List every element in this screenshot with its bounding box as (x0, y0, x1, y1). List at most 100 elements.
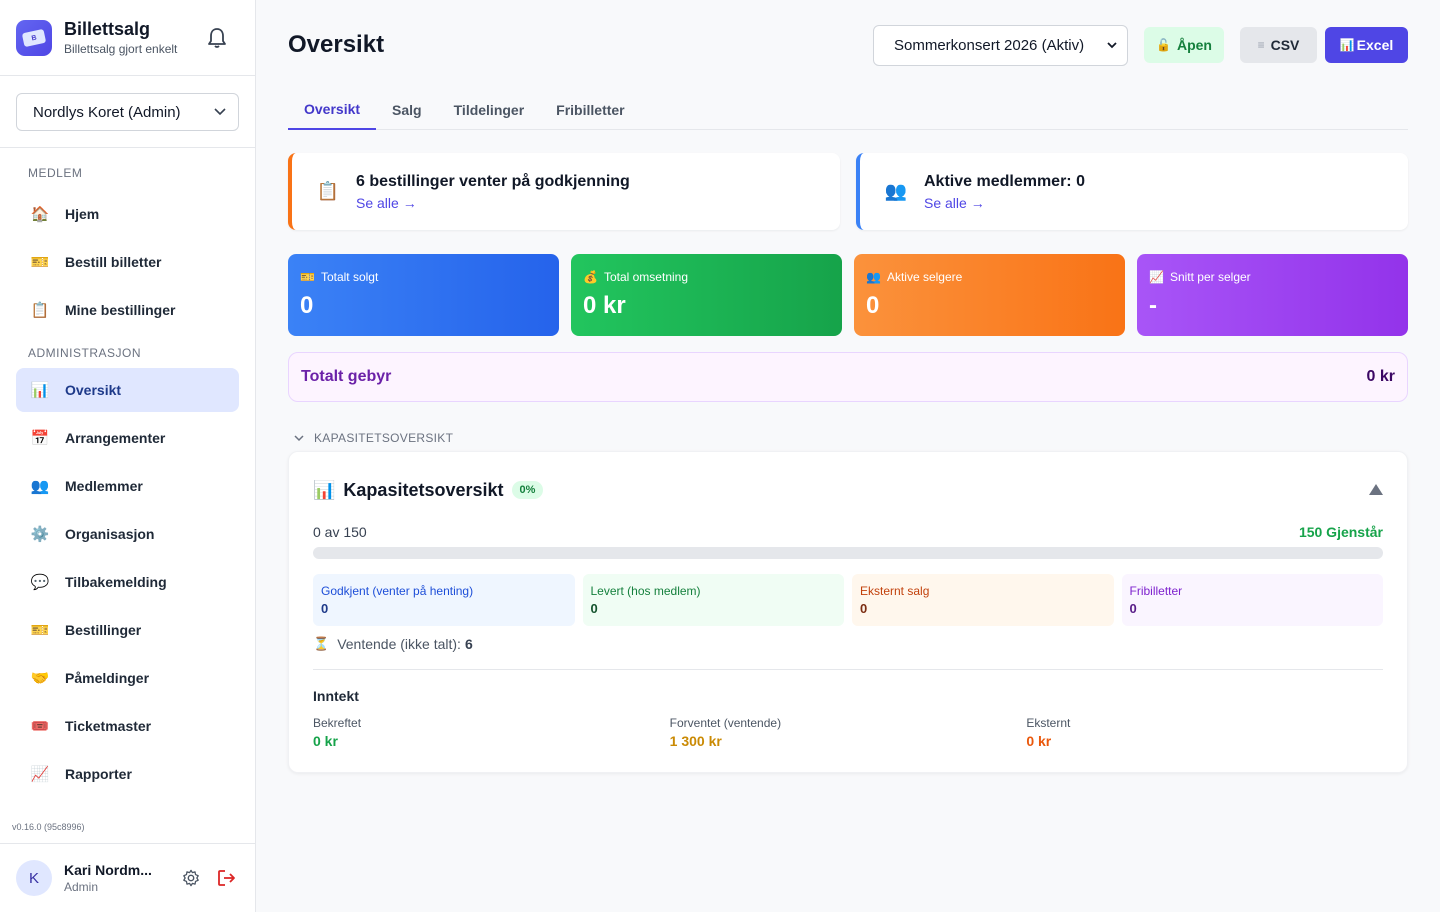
bar-chart-icon: 📊 (313, 479, 336, 500)
brand-title: Billettsalg (64, 19, 151, 39)
external-sales-box: Eksternt salg 0 (852, 574, 1114, 626)
capacity-progress-bar (313, 547, 1383, 559)
chevron-down-icon (1107, 41, 1117, 48)
total-fee-bar: Totalt gebyr 0 kr (288, 352, 1408, 402)
app-logo-icon: B (16, 19, 52, 56)
stat-label: Snitt per selger (1169, 270, 1251, 284)
admission-ticket-icon: 🎟️ (30, 718, 50, 735)
handshake-icon: 🤝 (30, 670, 50, 687)
tab-fribilletter[interactable]: Fribilletter (540, 90, 640, 130)
stat-label: Total omsetning (603, 270, 688, 284)
chevron-down-icon (214, 108, 226, 116)
people-icon: 👥 (884, 181, 908, 201)
fee-value: 0 kr (1366, 368, 1395, 385)
sidebar-item-oversikt[interactable]: 📊 Oversikt (16, 368, 239, 412)
stat-card-avg-per-seller: 📈 Snitt per selger - (1137, 254, 1408, 336)
capacity-title: Kapasitetsoversikt (343, 479, 504, 500)
bar-chart-icon: 📊 (30, 382, 50, 399)
sidebar-item-medlemmer[interactable]: 👥 Medlemmer (16, 464, 239, 508)
avatar[interactable]: K (16, 860, 52, 896)
version-label: v0.16.0 (95c8996) (12, 822, 85, 832)
pending-orders-alert: 📋 6 bestillinger venter på godkjenning S… (288, 153, 840, 230)
capacity-section-toggle[interactable]: KAPASITETSOVERSIKT (288, 431, 1408, 445)
unlock-icon: 🔓 (1156, 38, 1171, 52)
event-select-value: Sommerkonsert 2026 (Aktiv) (894, 36, 1085, 54)
hourglass-icon: ⏳ (313, 636, 330, 651)
people-icon: 👥 (30, 478, 50, 495)
excel-export-button[interactable]: 📊 Excel (1325, 27, 1408, 63)
brand-header: B Billettsalg Billettsalg gjort enkelt (0, 0, 255, 76)
pending-count: ⏳ Ventende (ikke talt): 6 (313, 636, 473, 652)
sidebar-item-hjem[interactable]: 🏠 Hjem (16, 192, 239, 236)
divider (313, 669, 1383, 670)
sidebar-item-bestillinger[interactable]: 🎫 Bestillinger (16, 608, 239, 652)
user-role: Admin (64, 880, 99, 894)
stat-card-total-sold: 🎫 Totalt solgt 0 (288, 254, 559, 336)
speech-bubble-icon: 💬 (30, 574, 50, 591)
tab-salg[interactable]: Salg (376, 90, 438, 130)
house-icon: 🏠 (30, 206, 50, 223)
chevron-down-icon (294, 434, 304, 441)
income-title: Inntekt (313, 688, 359, 704)
money-bag-icon: 💰 (583, 270, 598, 284)
stat-value: 0 (300, 292, 314, 319)
income-expected: Forventet (ventende) 1 300 kr (669, 716, 782, 749)
sidebar-item-pameldinger[interactable]: 🤝 Påmeldinger (16, 656, 239, 700)
ticket-icon: 🎫 (30, 254, 50, 271)
brand-subtitle: Billettsalg gjort enkelt (64, 42, 178, 56)
people-icon: 👥 (866, 270, 881, 284)
ticket-icon: 🎫 (30, 622, 50, 639)
line-chart-icon: 📈 (30, 766, 50, 783)
sidebar-item-rapporter[interactable]: 📈 Rapporter (16, 752, 239, 796)
capacity-remaining: 150 Gjenstår (1298, 524, 1383, 540)
see-all-link[interactable]: Se alle → (924, 195, 1085, 211)
income-external: Eksternt 0 kr (1026, 716, 1071, 749)
sidebar-item-tilbakemelding[interactable]: 💬 Tilbakemelding (16, 560, 239, 604)
capacity-used: 0 av 150 (313, 524, 367, 540)
stat-card-active-sellers: 👥 Aktive selgere 0 (854, 254, 1125, 336)
sidebar: B Billettsalg Billettsalg gjort enkelt N… (0, 0, 256, 912)
calendar-icon: 📅 (30, 430, 50, 447)
gear-icon: ⚙️ (30, 526, 50, 543)
tab-bar: Oversikt Salg Tildelinger Fribilletter (288, 90, 1408, 130)
csv-export-button[interactable]: ≡ CSV (1240, 27, 1317, 63)
sidebar-item-bestill-billetter[interactable]: 🎫 Bestill billetter (16, 240, 239, 284)
stat-value: 0 (866, 292, 880, 319)
active-members-alert: 👥 Aktive medlemmer: 0 Se alle → (856, 153, 1408, 230)
sidebar-item-mine-bestillinger[interactable]: 📋 Mine bestillinger (16, 288, 239, 332)
alert-title: Aktive medlemmer: 0 (924, 172, 1085, 190)
status-badge: 0% (511, 481, 544, 499)
page-title: Oversikt (288, 31, 385, 58)
settings-gear-icon[interactable] (179, 866, 203, 890)
stat-value: 0 kr (583, 292, 626, 319)
clipboard-icon: 📋 (316, 181, 340, 201)
logout-icon[interactable] (215, 866, 239, 890)
stat-label: Aktive selgere (886, 270, 963, 284)
bell-icon[interactable] (205, 26, 229, 50)
income-confirmed: Bekreftet 0 kr (313, 716, 362, 749)
tab-oversikt[interactable]: Oversikt (288, 90, 377, 130)
delivered-box: Levert (hos medlem) 0 (582, 574, 844, 626)
sidebar-item-ticketmaster[interactable]: 🎟️ Ticketmaster (16, 704, 239, 748)
nav-section-member: MEDLEM (28, 166, 83, 180)
organization-select-value: Nordlys Koret (Admin) (33, 103, 181, 121)
status-open-button[interactable]: 🔓 Åpen (1144, 27, 1224, 63)
sidebar-item-arrangementer[interactable]: 📅 Arrangementer (16, 416, 239, 460)
event-select[interactable]: Sommerkonsert 2026 (Aktiv) (873, 24, 1128, 66)
collapse-triangle-icon[interactable] (1369, 484, 1383, 495)
organization-select[interactable]: Nordlys Koret (Admin) (16, 93, 239, 131)
capacity-card: 📊 Kapasitetsoversikt 0% 0 av 150 150 Gje… (288, 451, 1408, 773)
approved-box: Godkjent (venter på henting) 0 (313, 574, 575, 626)
stat-card-total-revenue: 💰 Total omsetning 0 kr (571, 254, 842, 336)
see-all-link[interactable]: Se alle → (356, 195, 630, 211)
ticket-icon: 🎫 (300, 270, 315, 284)
line-chart-icon: 📈 (1149, 270, 1164, 284)
clipboard-icon: 📋 (30, 302, 50, 319)
tab-tildelinger[interactable]: Tildelinger (438, 90, 541, 130)
user-name: Kari Nordm... (64, 862, 152, 878)
stat-label: Totalt solgt (320, 270, 379, 284)
user-bar: K Kari Nordm... Admin (0, 843, 255, 912)
nav-section-admin: ADMINISTRASJON (28, 346, 142, 360)
bar-chart-icon: 📊 (1339, 38, 1355, 52)
sidebar-item-organisasjon[interactable]: ⚙️ Organisasjon (16, 512, 239, 556)
